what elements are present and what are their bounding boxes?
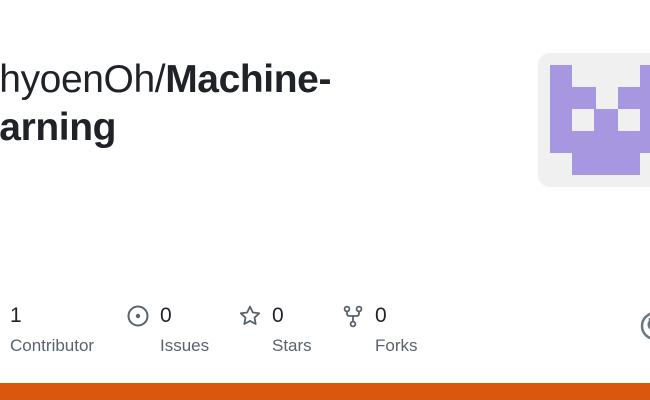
language-bar — [0, 383, 650, 400]
stat-contributors[interactable]: 1 Contributor — [10, 300, 94, 360]
forks-label: Forks — [375, 336, 418, 355]
owner-avatar — [538, 53, 650, 187]
repo-name-line1[interactable]: Machine- — [165, 58, 331, 101]
stat-issues[interactable]: 0 Issues — [126, 300, 209, 360]
repo-owner[interactable]: uhyoenOh/ — [0, 58, 166, 101]
contributors-count: 1 — [10, 304, 22, 327]
stars-label: Stars — [272, 336, 312, 355]
repo-name-line2[interactable]: earning — [0, 106, 116, 149]
issues-label: Issues — [160, 336, 210, 355]
repo-title[interactable]: uhyoenOh/Machine- earning — [0, 56, 448, 152]
contributors-label: Contributor — [10, 336, 95, 355]
repo-stats: 1 Contributor 0 Issues 0 Stars 0 Forks — [0, 300, 650, 360]
issues-count: 0 — [160, 304, 172, 327]
forks-count: 0 — [375, 304, 387, 327]
repo-social-card: uhyoenOh/Machine- earning 1 Contributor — [0, 0, 650, 400]
github-logo-icon — [640, 311, 650, 341]
stat-stars[interactable]: 0 Stars — [238, 300, 312, 360]
stat-forks[interactable]: 0 Forks — [341, 300, 418, 360]
fork-icon — [341, 304, 365, 328]
star-icon — [238, 304, 262, 328]
issue-icon — [126, 304, 150, 328]
stars-count: 0 — [272, 304, 284, 327]
identicon-icon — [550, 65, 650, 175]
